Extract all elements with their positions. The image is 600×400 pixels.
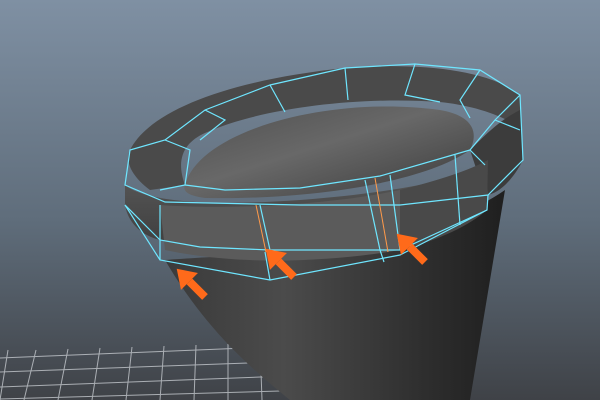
viewport-canvas[interactable] [0, 0, 600, 400]
maya-3d-viewport[interactable] [0, 0, 600, 400]
